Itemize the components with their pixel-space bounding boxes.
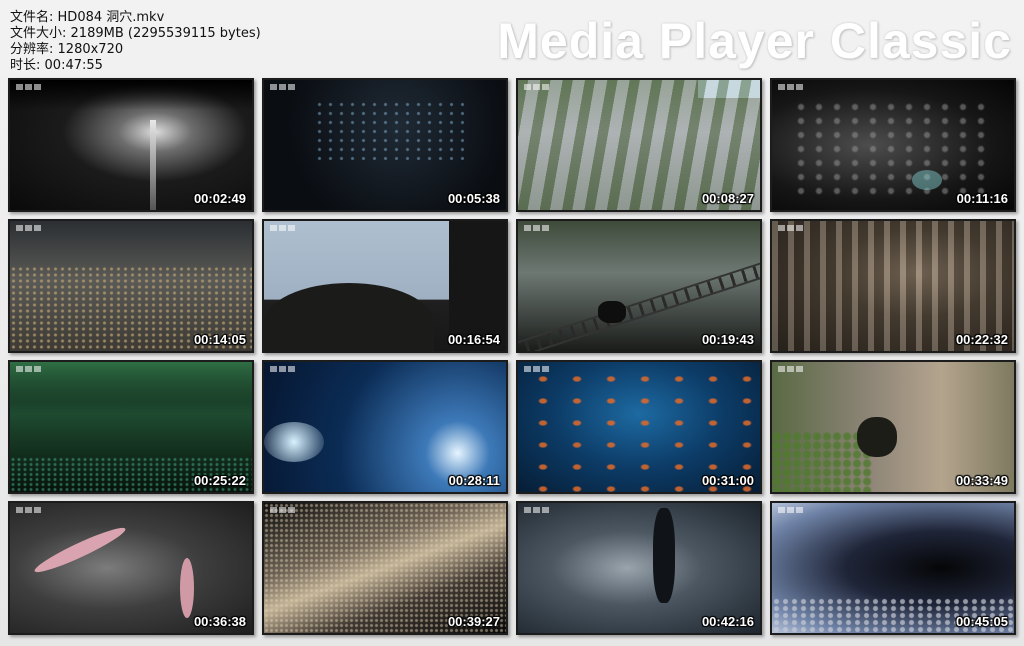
thumbnail-timestamp: 00:25:22 <box>193 473 246 488</box>
filesize-label: 文件大小: <box>10 26 67 41</box>
thumbnail-timestamp: 00:11:16 <box>956 191 1008 206</box>
app-brand-title: Media Player Classic <box>497 13 1012 69</box>
duration-value: 00:47:55 <box>44 58 103 73</box>
thumbnail-timestamp: 00:31:00 <box>701 473 754 488</box>
bbc-logo-icon <box>524 225 549 231</box>
bbc-logo-icon <box>270 84 295 90</box>
bbc-logo-icon <box>524 84 549 90</box>
duration-label: 时长: <box>10 58 41 73</box>
bbc-logo-icon <box>778 84 803 90</box>
thumbnail-15[interactable]: 00:42:16 <box>516 501 762 635</box>
thumbnail-timestamp: 00:14:05 <box>193 332 246 347</box>
thumbnail-timestamp: 00:08:27 <box>701 191 754 206</box>
thumbnail-timestamp: 00:16:54 <box>447 332 500 347</box>
resolution-value: 1280x720 <box>57 42 124 57</box>
filename-row: 文件名: HD084 洞穴.mkv <box>10 10 261 26</box>
thumbnail-timestamp: 00:22:32 <box>955 332 1008 347</box>
thumbnail-16[interactable]: 00:45:05 <box>770 501 1016 635</box>
resolution-label: 分辨率: <box>10 42 54 57</box>
bbc-logo-icon <box>524 366 549 372</box>
file-info-panel: 文件名: HD084 洞穴.mkv 文件大小: 2189MB (22955391… <box>10 10 261 74</box>
thumbnail-1[interactable]: 00:02:49 <box>8 78 254 212</box>
thumbnail-10[interactable]: 00:28:11 <box>262 360 508 494</box>
bbc-logo-icon <box>270 225 295 231</box>
thumbnail-timestamp: 00:19:43 <box>701 332 754 347</box>
bbc-logo-icon <box>524 507 549 513</box>
filesize-value: 2189MB (2295539115 bytes) <box>70 26 261 41</box>
thumbnail-4[interactable]: 00:11:16 <box>770 78 1016 212</box>
bbc-logo-icon <box>778 366 803 372</box>
duration-row: 时长: 00:47:55 <box>10 58 261 74</box>
thumbnail-14[interactable]: 00:39:27 <box>262 501 508 635</box>
thumbnail-11[interactable]: 00:31:00 <box>516 360 762 494</box>
bbc-logo-icon <box>270 366 295 372</box>
filename-label: 文件名: <box>10 10 54 25</box>
thumbnail-5[interactable]: 00:14:05 <box>8 219 254 353</box>
thumbnail-2[interactable]: 00:05:38 <box>262 78 508 212</box>
thumbnail-timestamp: 00:45:05 <box>955 614 1008 629</box>
thumbnail-timestamp: 00:05:38 <box>447 191 500 206</box>
resolution-row: 分辨率: 1280x720 <box>10 42 261 58</box>
thumbnail-9[interactable]: 00:25:22 <box>8 360 254 494</box>
filesize-row: 文件大小: 2189MB (2295539115 bytes) <box>10 26 261 42</box>
bbc-logo-icon <box>16 507 41 513</box>
thumbnail-timestamp: 00:02:49 <box>193 191 246 206</box>
thumbnail-7[interactable]: 00:19:43 <box>516 219 762 353</box>
thumbnail-6[interactable]: 00:16:54 <box>262 219 508 353</box>
bbc-logo-icon <box>270 507 295 513</box>
thumbnail-timestamp: 00:33:49 <box>955 473 1008 488</box>
thumbnail-timestamp: 00:36:38 <box>193 614 246 629</box>
thumbnail-3[interactable]: 00:08:27 <box>516 78 762 212</box>
filename-value: HD084 洞穴.mkv <box>57 10 165 25</box>
thumbnail-timestamp: 00:39:27 <box>447 614 500 629</box>
thumbnail-13[interactable]: 00:36:38 <box>8 501 254 635</box>
bbc-logo-icon <box>16 84 41 90</box>
bbc-logo-icon <box>778 507 803 513</box>
thumbnail-timestamp: 00:28:11 <box>448 473 500 488</box>
bbc-logo-icon <box>778 225 803 231</box>
thumbnail-grid: 00:02:49 00:05:38 00:08:27 00:11:16 00:1… <box>8 78 1016 635</box>
bbc-logo-icon <box>16 225 41 231</box>
thumbnail-timestamp: 00:42:16 <box>701 614 754 629</box>
bbc-logo-icon <box>16 366 41 372</box>
thumbnail-8[interactable]: 00:22:32 <box>770 219 1016 353</box>
thumbnail-12[interactable]: 00:33:49 <box>770 360 1016 494</box>
